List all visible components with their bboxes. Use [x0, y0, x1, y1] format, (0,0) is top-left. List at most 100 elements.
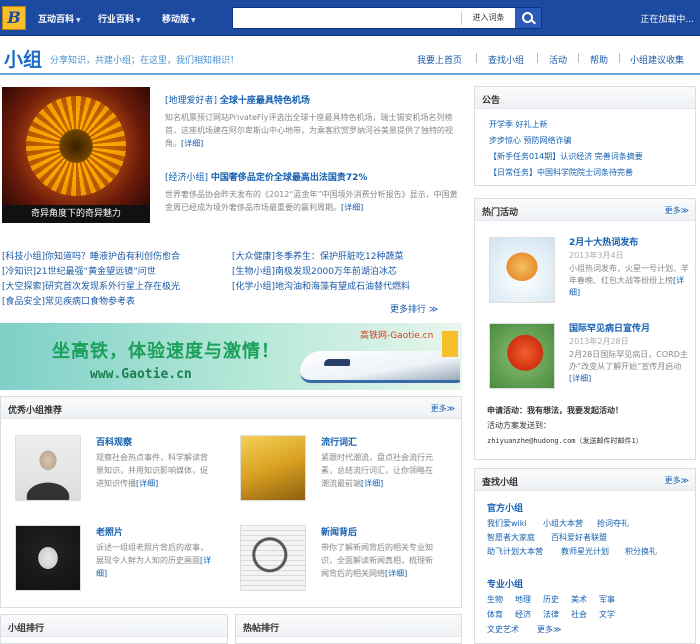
- group-link[interactable]: 法律: [543, 609, 559, 620]
- featured-article: [经济小组] 中国奢侈品定价全球最高出法国贵72% 世界奢侈品协会昨天发布的《2…: [165, 170, 460, 214]
- nav-homepage-submit[interactable]: 我要上首页: [417, 53, 462, 66]
- announcement-link[interactable]: 【新手任务014期】认识经济 完善词条摘要: [489, 151, 643, 162]
- group-avatar[interactable]: [15, 435, 81, 501]
- group-link[interactable]: 教师星光计划: [561, 546, 609, 557]
- group-link[interactable]: 生物: [487, 594, 503, 605]
- nav-suggestions[interactable]: 小组建议收集: [630, 53, 684, 66]
- event-desc: 小组热词发布，火星一号计划、羊年春晚、红包大战等纷纷上榜[详细]: [569, 264, 689, 297]
- box-title: 优秀小组推荐: [8, 406, 63, 416]
- banner-label: 高铁网-Gaotie.cn: [360, 331, 434, 341]
- tag-link[interactable]: [大空探索]研究首次发现系外行星上存在极光: [2, 279, 180, 292]
- site-logo[interactable]: B: [2, 6, 26, 30]
- chevron-down-icon: ▼: [191, 17, 196, 24]
- event-email[interactable]: zhiyuanzhe@hudong.com（发送邮件时邮件1）: [487, 435, 692, 447]
- featured-article: [地理爱好者] 全球十座最具特色机场 知名机票预订网站PrivateFly评选出…: [165, 93, 460, 150]
- group-item: 百科观察 观察社会热点事件，科学解读背景知识，并用知识影响媒体，促进知识传播[详…: [1, 425, 216, 520]
- box-title: 查找小组: [482, 478, 519, 488]
- more-rankings-link[interactable]: 更多排行 ≫: [390, 302, 438, 315]
- tag-link[interactable]: [冷知识]21世纪最强“黄金望远镜”问世: [2, 264, 156, 277]
- article-title-link[interactable]: [地理爱好者] 全球十座最具特色机场: [165, 93, 460, 106]
- group-link[interactable]: 文学: [599, 609, 615, 620]
- group-item: 流行词汇 紧跟时代潮流，盘点社会流行元素，总结流行词汇，让你领略在潮流最前端[详…: [226, 425, 441, 520]
- group-link[interactable]: 历史: [543, 594, 559, 605]
- announcement-link[interactable]: 步步惊心 预防网络诈骗: [489, 135, 572, 146]
- tag-link[interactable]: [生物小组]南极发现2000万年前湖泊冰芯: [232, 264, 397, 277]
- nav-hudong-baike[interactable]: 互动百科 ▼: [38, 12, 81, 25]
- group-link[interactable]: 军事: [599, 594, 615, 605]
- group-link[interactable]: 更多≫: [537, 624, 561, 635]
- box-header: 公告: [475, 87, 695, 109]
- event-image[interactable]: [489, 237, 555, 303]
- group-more-link[interactable]: [详细]: [385, 569, 407, 578]
- nav-events[interactable]: 活动: [549, 53, 567, 66]
- tab-group-ranking[interactable]: 小组排行: [8, 621, 44, 634]
- box-header: 小组排行: [1, 615, 227, 637]
- nav-help[interactable]: 帮助: [590, 53, 608, 66]
- group-link[interactable]: 百科爱好者联盟: [551, 532, 607, 543]
- group-link[interactable]: 我们爱wiki: [487, 518, 527, 529]
- article-title-link[interactable]: [经济小组] 中国奢侈品定价全球最高出法国贵72%: [165, 170, 460, 183]
- announcement-link[interactable]: 【日常任务】中国科学院院士词条待完善: [489, 167, 633, 178]
- featured-caption[interactable]: 奇异角度下的奇异魅力: [2, 205, 150, 223]
- loading-status: 正在加载中...: [640, 15, 694, 25]
- group-avatar[interactable]: [240, 525, 306, 591]
- search-icon[interactable]: [515, 8, 541, 28]
- hot-post-ranking-box: 热帖排行: [235, 614, 462, 644]
- group-link[interactable]: 抢词夺礼: [597, 518, 629, 529]
- group-avatar[interactable]: [15, 525, 81, 591]
- group-avatar[interactable]: [240, 435, 306, 501]
- group-more-link[interactable]: [详细]: [361, 479, 383, 488]
- group-name[interactable]: 老照片: [96, 525, 123, 538]
- event-name[interactable]: 2月十大热词发布: [569, 235, 638, 248]
- group-link[interactable]: 经济: [515, 609, 531, 620]
- banner-headline: 坐高铁，体验速度与激情！: [52, 341, 280, 362]
- tab-hot-post-ranking[interactable]: 热帖排行: [243, 621, 279, 634]
- more-link[interactable]: 更多≫: [665, 475, 689, 486]
- tag-link[interactable]: [大众健康]冬季养生：保护肝脏吃12种蔬菜: [232, 249, 403, 262]
- nav-industry-baike[interactable]: 行业百科 ▼: [98, 12, 141, 25]
- chevron-down-icon: ▼: [76, 17, 81, 24]
- ad-banner[interactable]: 坐高铁，体验速度与激情！ www.Gaotie.cn 高铁网-Gaotie.cn: [0, 323, 462, 390]
- group-link[interactable]: 体育: [487, 609, 503, 620]
- hot-events-box: 热门活动 更多≫ 2月十大热词发布 2013年3月4日 小组热词发布，火星一号计…: [474, 198, 696, 460]
- group-ranking-box: 小组排行: [0, 614, 228, 644]
- list-item: [冷知识]21世纪最强“黄金望远镜”问世 [生物小组]南极发现2000万年前湖泊…: [2, 264, 460, 279]
- group-more-link[interactable]: [详细]: [136, 479, 158, 488]
- group-link[interactable]: 小组大本营: [543, 518, 583, 529]
- tag-link[interactable]: [食品安全]常见疾病口食物参考表: [2, 294, 135, 307]
- more-link[interactable]: 更多≫: [665, 205, 689, 216]
- nav-mobile[interactable]: 移动版 ▼: [162, 12, 196, 25]
- event-name[interactable]: 国际罕见病日宣传月: [569, 321, 650, 334]
- group-link[interactable]: 智愿者大家庭: [487, 532, 535, 543]
- group-link[interactable]: 积分换礼: [625, 546, 657, 557]
- event-more-link[interactable]: [详细]: [569, 374, 591, 383]
- search-input[interactable]: [235, 10, 457, 26]
- group-link[interactable]: 地理: [515, 594, 531, 605]
- announcement-link[interactable]: 开学季 好礼上新: [489, 119, 548, 130]
- group-link[interactable]: 助飞计划大本营: [487, 546, 543, 557]
- event-desc: 2月28日国际罕见病日，CORD主办“改变从了解开始”宣传月启动[详细]: [569, 350, 688, 383]
- box-header: 热帖排行: [236, 615, 461, 637]
- pro-groups-title: 专业小组: [487, 580, 524, 590]
- more-link[interactable]: 更多≫: [431, 403, 455, 414]
- featured-flower-image[interactable]: [2, 87, 150, 205]
- tag-link[interactable]: [科技小组]你知道吗？睡液护齿有利创伤愈合: [2, 249, 180, 262]
- event-apply[interactable]: 申请活动：我有想法，我要发起活动！: [487, 405, 687, 417]
- article-more-link[interactable]: [详细]: [181, 139, 203, 148]
- enter-entry-button[interactable]: 进入词条: [461, 11, 515, 25]
- tag-link[interactable]: [化学小组]地沟油和海藻有望成石油替代燃料: [232, 279, 410, 292]
- find-group-box: 查找小组 更多≫ 官方小组 我们爱wiki 小组大本营 抢词夺礼 智愿者大家庭 …: [474, 468, 696, 644]
- group-name[interactable]: 新闻背后: [321, 525, 357, 538]
- group-link[interactable]: 社会: [571, 609, 587, 620]
- event-image[interactable]: [489, 323, 555, 389]
- box-title: 热门活动: [482, 208, 519, 218]
- article-more-link[interactable]: [详细]: [341, 203, 363, 212]
- group-link[interactable]: 文史艺术: [487, 624, 519, 635]
- group-desc: 诉述一组组老照片背后的故事，展现令人鲜为人知的历史画面[详细]: [96, 543, 212, 578]
- group-link[interactable]: 美术: [571, 594, 587, 605]
- group-name[interactable]: 流行词汇: [321, 435, 357, 448]
- nav-find-group[interactable]: 查找小组: [488, 53, 524, 66]
- group-name[interactable]: 百科观察: [96, 435, 132, 448]
- featured-image-block[interactable]: 奇异角度下的奇异魅力: [2, 87, 150, 232]
- page-title: 小组: [4, 49, 43, 71]
